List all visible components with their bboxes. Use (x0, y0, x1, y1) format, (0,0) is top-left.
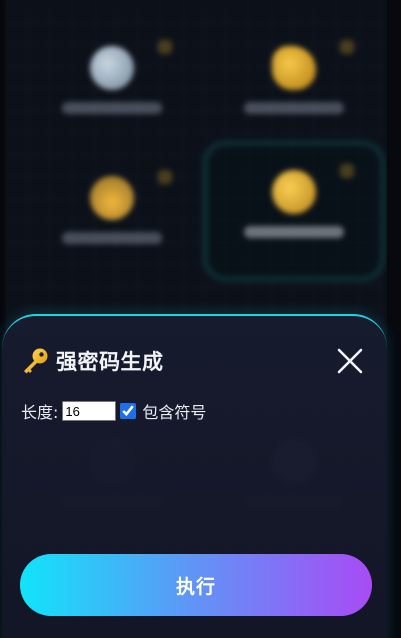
length-input[interactable] (62, 401, 117, 421)
include-symbols-label[interactable]: 包含符号 (142, 399, 206, 423)
sheet-header: 强密码生成 (20, 344, 164, 378)
sheet-title: 强密码生成 (56, 350, 164, 374)
include-symbols-checkbox[interactable] (120, 403, 137, 419)
length-label: 长度: (21, 403, 59, 422)
background-tool-item (234, 160, 354, 260)
options-row: 长度: 包含符号 (21, 398, 206, 424)
close-icon (337, 348, 363, 374)
execute-button[interactable]: 执行 (20, 554, 372, 616)
right-edge (387, 0, 401, 638)
background-tool-item (234, 36, 354, 136)
background-tool-item (52, 166, 172, 266)
close-button[interactable] (334, 345, 366, 377)
key-icon (20, 346, 50, 376)
screen: 强密码生成 长度: 包含符号 执行 (0, 0, 401, 638)
background-tool-item (52, 36, 172, 136)
